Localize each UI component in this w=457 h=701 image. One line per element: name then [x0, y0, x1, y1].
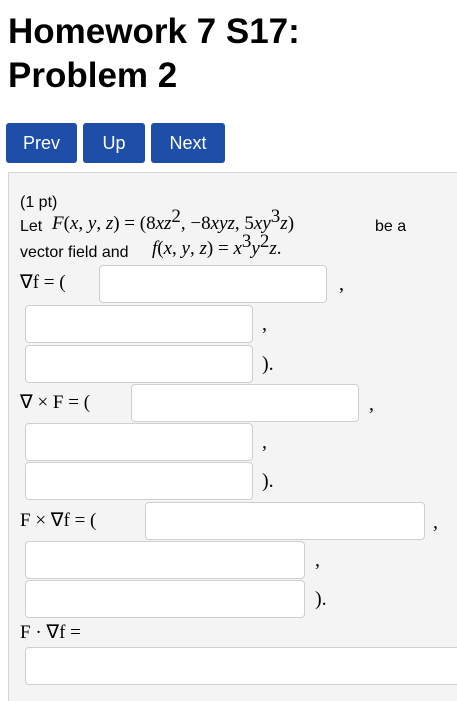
F-dot-grad-f-label: F · ∇f =	[20, 622, 81, 643]
curl-F-y-input[interactable]	[25, 423, 253, 461]
intro-be-a: be a	[375, 218, 407, 235]
curl-F-x-input[interactable]	[131, 384, 359, 422]
grad-f-z-input[interactable]	[25, 345, 253, 383]
grad-f-y-input[interactable]	[25, 305, 253, 343]
F-dot-grad-f-input[interactable]	[25, 647, 457, 685]
comma: ,	[339, 273, 344, 295]
up-button[interactable]: Up	[83, 123, 145, 163]
f-definition: f(x, y, z) = x3y2z.	[152, 231, 282, 259]
next-button[interactable]: Next	[151, 123, 225, 163]
grad-f-x-input[interactable]	[99, 265, 327, 303]
close-paren: ).	[262, 353, 274, 375]
prev-button[interactable]: Prev	[6, 123, 77, 163]
F-cross-grad-f-label: F × ∇f = (	[20, 510, 97, 531]
comma: ,	[315, 549, 320, 571]
comma: ,	[433, 511, 438, 533]
curl-F-z-input[interactable]	[25, 462, 253, 500]
intro-let: Let	[20, 218, 43, 235]
points-label: (1 pt)	[20, 194, 58, 211]
problem-panel: (1 pt) Let F(x, y, z) = (8xz2, −8xyz, 5x…	[8, 172, 457, 701]
comma: ,	[369, 393, 374, 415]
grad-f-label: ∇f = (	[20, 272, 66, 293]
F-definition: F(x, y, z) = (8xz2, −8xyz, 5xy3z)	[52, 206, 295, 234]
F-cross-grad-f-x-input[interactable]	[145, 502, 425, 540]
comma: ,	[262, 431, 267, 453]
F-cross-grad-f-y-input[interactable]	[25, 541, 305, 579]
close-paren: ).	[262, 470, 274, 492]
comma: ,	[262, 313, 267, 335]
curl-F-label: ∇ × F = (	[20, 392, 91, 413]
close-paren: ).	[315, 588, 327, 610]
intro-vector-field: vector field and	[20, 244, 129, 261]
F-cross-grad-f-z-input[interactable]	[25, 580, 305, 618]
page-title: Homework 7 S17: Problem 2	[8, 12, 300, 95]
